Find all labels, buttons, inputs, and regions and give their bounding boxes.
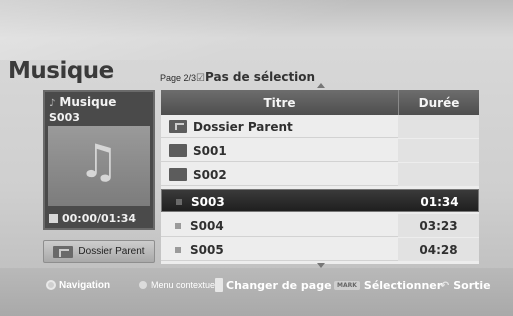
footer-change-page: Changer de page [215,278,332,292]
music-file-icon [176,198,182,205]
row-name-text: S003 [191,194,225,209]
music-file-icon [175,246,181,253]
column-header-title: Titre [263,95,296,110]
footer-change-page-label: Changer de page [226,278,332,292]
album-art: ♫ [48,126,150,206]
playback-time: 00:00/01:34 [49,212,136,225]
exit-icon: ↶ [440,278,450,292]
now-playing-track: S003 [49,111,80,124]
row-name-text: S001 [193,143,227,158]
table-header: Titre Durée [161,90,479,115]
music-file-icon [175,222,181,229]
row-name-text: S005 [190,242,224,257]
parent-folder-button-label: Dossier Parent [78,246,145,257]
row-duration [398,163,479,186]
music-browser-screen: Musique Page 2/3☑Pas de sélection ♪ Musiq… [0,0,513,316]
footer-help-bar: Navigation Menu contextuel Changer de pa… [0,268,513,316]
selection-status: Pas de sélection [205,70,316,84]
parent-folder-icon [53,245,74,258]
stop-icon [49,214,58,223]
mark-button-icon: MARK [334,280,360,290]
background-sheen [0,0,513,60]
table-row[interactable]: S001 [161,139,479,162]
table-row-selected[interactable]: S003 01:34 [161,189,479,212]
parent-folder-button[interactable]: Dossier Parent [43,240,155,263]
row-name: S002 [161,163,398,186]
footer-menu: Menu contextuel [139,280,217,290]
page-button-icon [215,278,223,292]
footer-menu-label: Menu contextuel [151,280,218,290]
file-list-table: Titre Durée Dossier Parent S001 S002 S00… [161,90,479,264]
row-name: S005 [161,238,398,261]
footer-select-label: Sélectionner [363,278,443,292]
row-duration: 03:23 [398,214,479,237]
row-name: S004 [161,214,398,237]
row-duration [398,139,479,162]
row-name: S001 [161,139,398,162]
folder-icon [169,168,187,181]
footer-items: Navigation Menu contextuel Changer de pa… [0,272,513,298]
folder-icon [169,144,187,157]
footer-navigation-label: Navigation [59,279,111,291]
table-row[interactable]: S004 03:23 [161,214,479,237]
menu-button-icon [139,281,147,289]
table-row[interactable]: Dossier Parent [161,115,479,138]
page-title: Musique [8,58,114,84]
now-playing-label: Musique [59,95,117,109]
row-name-text: S004 [190,218,224,233]
playback-time-text: 00:00/01:34 [62,212,137,225]
footer-exit: ↶ Sortie [440,279,491,292]
column-header-duration: Durée [398,90,479,115]
row-name-text: Dossier Parent [193,119,293,134]
row-duration: 01:34 [420,194,459,209]
table-row[interactable]: S005 04:28 [161,238,479,261]
scroll-up-icon[interactable] [317,83,325,88]
navigation-icon [46,280,56,290]
checkbox-icon: ☑ [196,73,205,84]
page-indicator: Page 2/3 [160,73,197,83]
music-note-icon: ♫ [78,134,120,188]
footer-navigation: Navigation [46,280,110,291]
music-icon: ♪ [49,98,56,109]
parent-folder-icon [169,120,187,133]
row-duration: 04:28 [398,238,479,261]
page-status-bar: Page 2/3☑Pas de sélection [160,70,315,84]
row-name-text: S002 [193,167,227,182]
now-playing-panel: ♪ Musique S003 ♫ 00:00/01:34 [43,90,155,230]
footer-select: MARK Sélectionner [334,279,442,292]
table-row[interactable]: S002 [161,163,479,186]
row-duration [398,115,479,138]
row-name: Dossier Parent [161,115,398,138]
row-name: S003 [162,190,399,213]
footer-exit-label: Sortie [453,278,491,292]
now-playing-header: ♪ Musique [49,95,116,109]
